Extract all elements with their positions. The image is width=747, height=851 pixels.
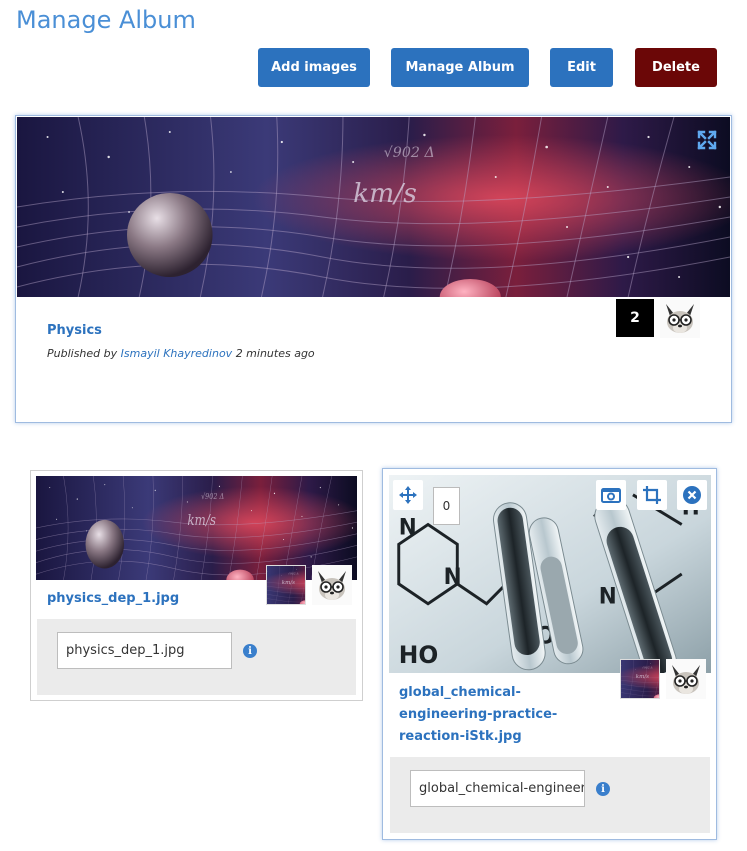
album-card: Physics Published by Ismayil Khayredinov… (15, 115, 732, 423)
image-card-selected: 0 global_chemical- engineering-practice-… (382, 468, 717, 840)
image-filename-field[interactable]: global_chemical-engineering-practice-rea… (410, 770, 585, 807)
crop-icon[interactable] (637, 480, 667, 510)
album-cover-image[interactable] (17, 117, 730, 297)
owner-avatar[interactable] (666, 659, 706, 699)
edit-button[interactable]: Edit (550, 48, 613, 87)
image-edit-panel: global_chemical-engineering-practice-rea… (390, 757, 710, 833)
published-time: 2 minutes ago (235, 347, 315, 360)
album-cover-mini-thumbnail[interactable] (266, 565, 306, 605)
image-card: physics_dep_1.jpg physics_dep_1.jpg i (30, 470, 363, 701)
add-images-button[interactable]: Add images (258, 48, 370, 87)
image-edit-panel: physics_dep_1.jpg i (37, 619, 356, 695)
owner-avatar[interactable] (312, 565, 352, 605)
album-name-link[interactable]: Physics (47, 323, 102, 338)
page-title: Manage Album (16, 6, 196, 34)
image-filename-field[interactable]: physics_dep_1.jpg (57, 632, 232, 669)
author-link[interactable]: Ismayil Khayredinov (121, 347, 233, 360)
move-icon[interactable] (393, 480, 423, 510)
info-icon[interactable]: i (243, 644, 257, 658)
remove-icon[interactable] (677, 480, 707, 510)
manage-album-button[interactable]: Manage Album (391, 48, 529, 87)
image-title-line: reaction-iStk.jpg (399, 729, 522, 744)
image-count-badge: 2 (616, 299, 654, 337)
image-title-link[interactable]: physics_dep_1.jpg (47, 588, 179, 610)
image-title-link[interactable]: global_chemical- engineering-practice- r… (399, 682, 599, 748)
published-prefix: Published by (47, 347, 118, 360)
published-info: Published by Ismayil Khayredinov 2 minut… (47, 347, 315, 360)
image-thumbnail[interactable] (36, 476, 357, 580)
owner-avatar[interactable] (660, 298, 700, 338)
delete-button[interactable]: Delete (635, 48, 717, 87)
expand-icon[interactable] (696, 129, 718, 151)
info-icon[interactable]: i (596, 782, 610, 796)
album-cover-mini-thumbnail[interactable] (620, 659, 660, 699)
image-title-line: global_chemical- (399, 685, 521, 700)
set-cover-icon[interactable] (596, 480, 626, 510)
order-input[interactable]: 0 (433, 487, 460, 525)
image-title-line: engineering-practice- (399, 707, 558, 722)
